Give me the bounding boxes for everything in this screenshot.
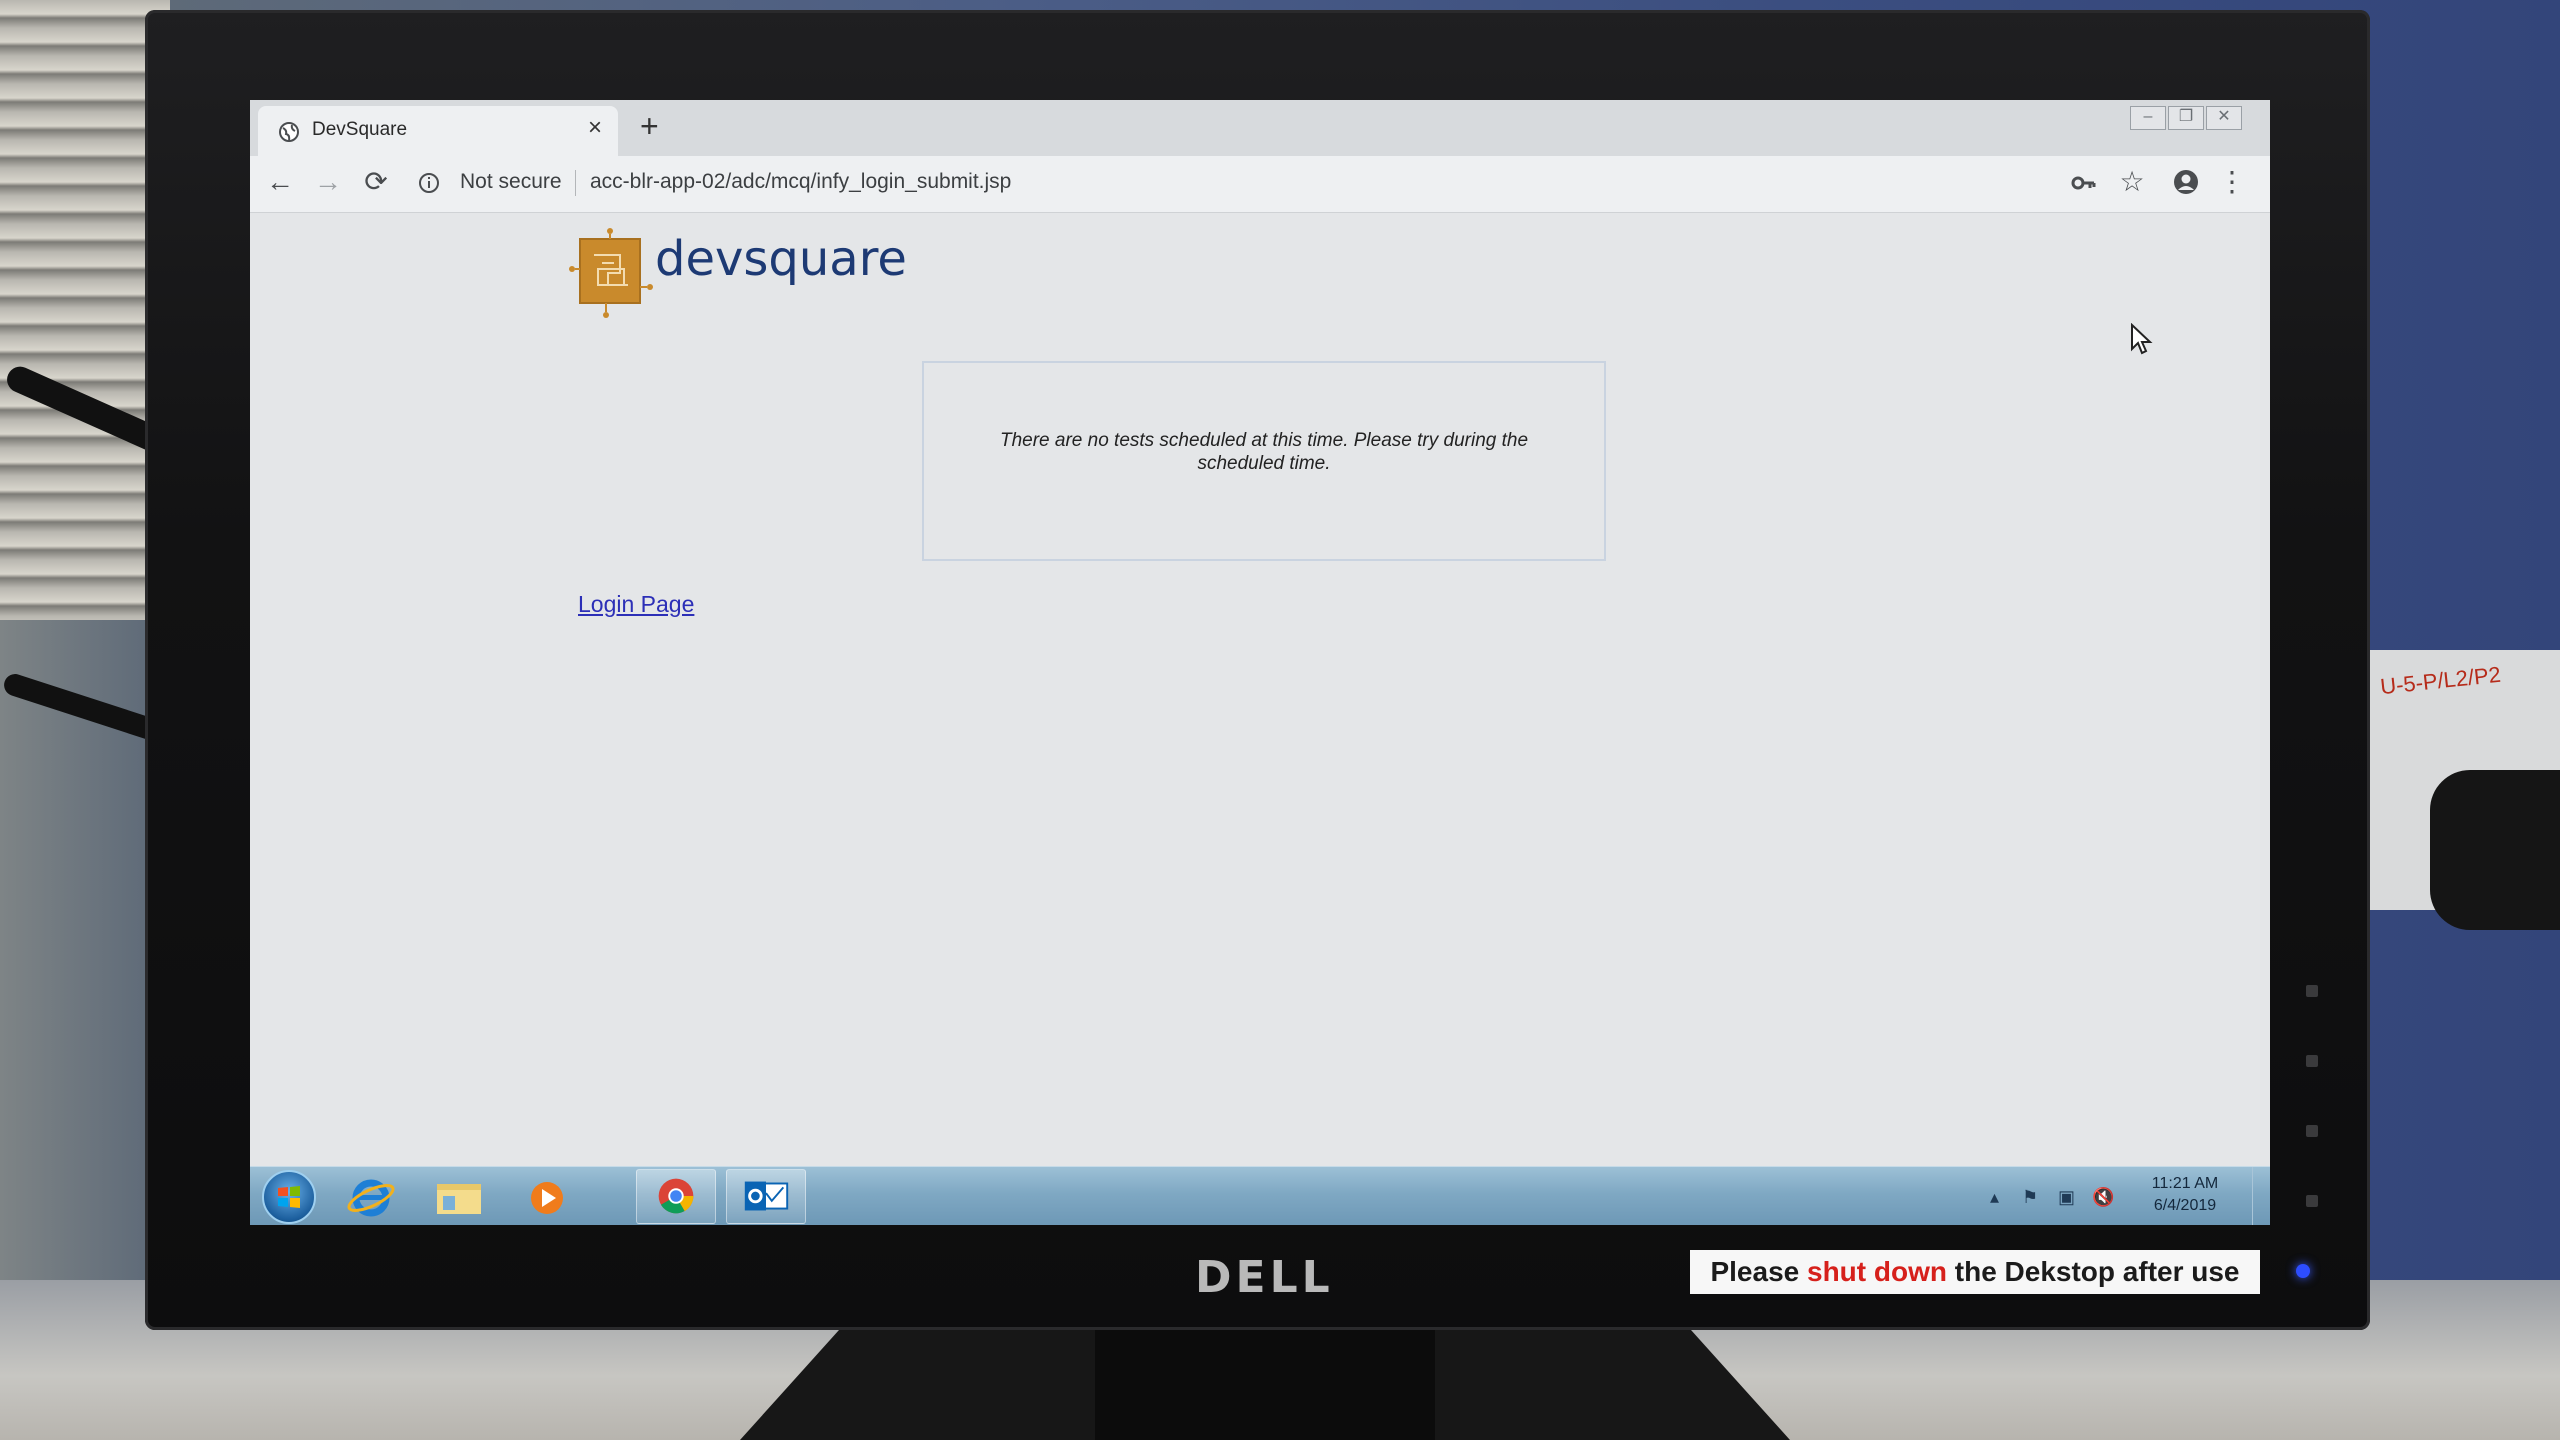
bookmark-star-icon[interactable]: ☆	[2116, 166, 2148, 198]
chrome-icon	[658, 1178, 694, 1214]
sticker-highlight: shut down	[1807, 1256, 1947, 1287]
dell-logo: DELL	[1195, 1252, 1334, 1303]
browser-titlebar: DevSquare × + – ❐ ✕	[250, 100, 2270, 156]
sticker-prefix: Please	[1710, 1256, 1807, 1287]
taskbar-windows-explorer[interactable]	[418, 1169, 498, 1224]
action-center-flag-icon[interactable]: ⚑	[2022, 1187, 2038, 1208]
minimize-button[interactable]: –	[2130, 106, 2166, 130]
close-window-button[interactable]: ✕	[2206, 106, 2242, 130]
shutdown-reminder-sticker: Please shut down the Dekstop after use	[1690, 1250, 2260, 1294]
internet-explorer-icon	[347, 1179, 395, 1217]
taskbar-outlook[interactable]	[726, 1169, 806, 1224]
brand-name: devsquare	[655, 231, 907, 287]
taskbar-internet-explorer[interactable]	[330, 1169, 410, 1224]
tab-close-icon[interactable]: ×	[588, 114, 602, 142]
address-bar[interactable]: acc-blr-app-02/adc/mcq/infy_login_submit…	[590, 170, 1011, 194]
monitor-button[interactable]	[2306, 1055, 2318, 1067]
new-tab-button[interactable]: +	[640, 108, 659, 144]
menu-kebab-icon[interactable]: ⋮	[2216, 166, 2248, 198]
power-plug	[2430, 770, 2560, 930]
forward-arrow-icon[interactable]: →	[312, 166, 344, 198]
monitor-button[interactable]	[2306, 1195, 2318, 1207]
tab-title: DevSquare	[312, 119, 408, 140]
clock-time: 11:21 AM	[2151, 1175, 2219, 1192]
windows-logo-icon	[278, 1186, 300, 1208]
profile-icon[interactable]	[2172, 168, 2200, 196]
taskbar-clock[interactable]: 11:21 AM 6/4/2019	[2135, 1173, 2235, 1217]
taskbar-chrome[interactable]	[636, 1169, 716, 1224]
omnibox-divider	[575, 170, 576, 196]
monitor-button[interactable]	[2306, 985, 2318, 997]
mouse-cursor-icon	[2131, 323, 2153, 355]
security-status[interactable]: Not secure	[460, 170, 562, 194]
message-box: There are no tests scheduled at this tim…	[922, 361, 1606, 561]
taskbar-media-player[interactable]	[506, 1169, 586, 1224]
browser-toolbar: ← → ⟳ Not secure acc-blr-app-02/adc/mcq/…	[250, 156, 2270, 213]
start-button[interactable]	[262, 1170, 316, 1224]
reload-icon[interactable]: ⟳	[360, 166, 392, 198]
tray-expand-icon[interactable]: ▴	[1990, 1187, 1999, 1208]
clock-date: 6/4/2019	[2153, 1197, 2217, 1214]
globe-icon	[279, 122, 299, 142]
key-icon[interactable]	[2070, 170, 2096, 196]
monitor-stand	[1095, 1320, 1435, 1440]
web-page: devsquare There are no tests scheduled a…	[250, 213, 2270, 1166]
outlook-icon	[744, 1181, 789, 1211]
windows-taskbar: ▴ ⚑ ▣ 🔇 11:21 AM 6/4/2019	[250, 1166, 2270, 1225]
no-tests-message: There are no tests scheduled at this tim…	[999, 430, 1529, 474]
tab-devsquare[interactable]: DevSquare ×	[258, 106, 618, 156]
info-icon[interactable]	[418, 172, 440, 194]
power-led-icon	[2296, 1264, 2310, 1278]
network-icon[interactable]: ▣	[2058, 1187, 2075, 1208]
volume-muted-icon[interactable]: 🔇	[2092, 1187, 2114, 1208]
sticker-suffix: the Dekstop after use	[1946, 1256, 2240, 1287]
folder-icon	[437, 1184, 481, 1214]
screen: DevSquare × + – ❐ ✕ ← → ⟳ Not secure acc…	[250, 100, 2270, 1225]
restore-button[interactable]: ❐	[2168, 106, 2204, 130]
login-page-link[interactable]: Login Page	[578, 591, 694, 618]
show-desktop-button[interactable]	[2252, 1167, 2270, 1225]
devsquare-logo-icon	[569, 228, 653, 318]
media-player-icon	[531, 1182, 563, 1214]
back-arrow-icon[interactable]: ←	[264, 166, 296, 198]
monitor-button[interactable]	[2306, 1125, 2318, 1137]
